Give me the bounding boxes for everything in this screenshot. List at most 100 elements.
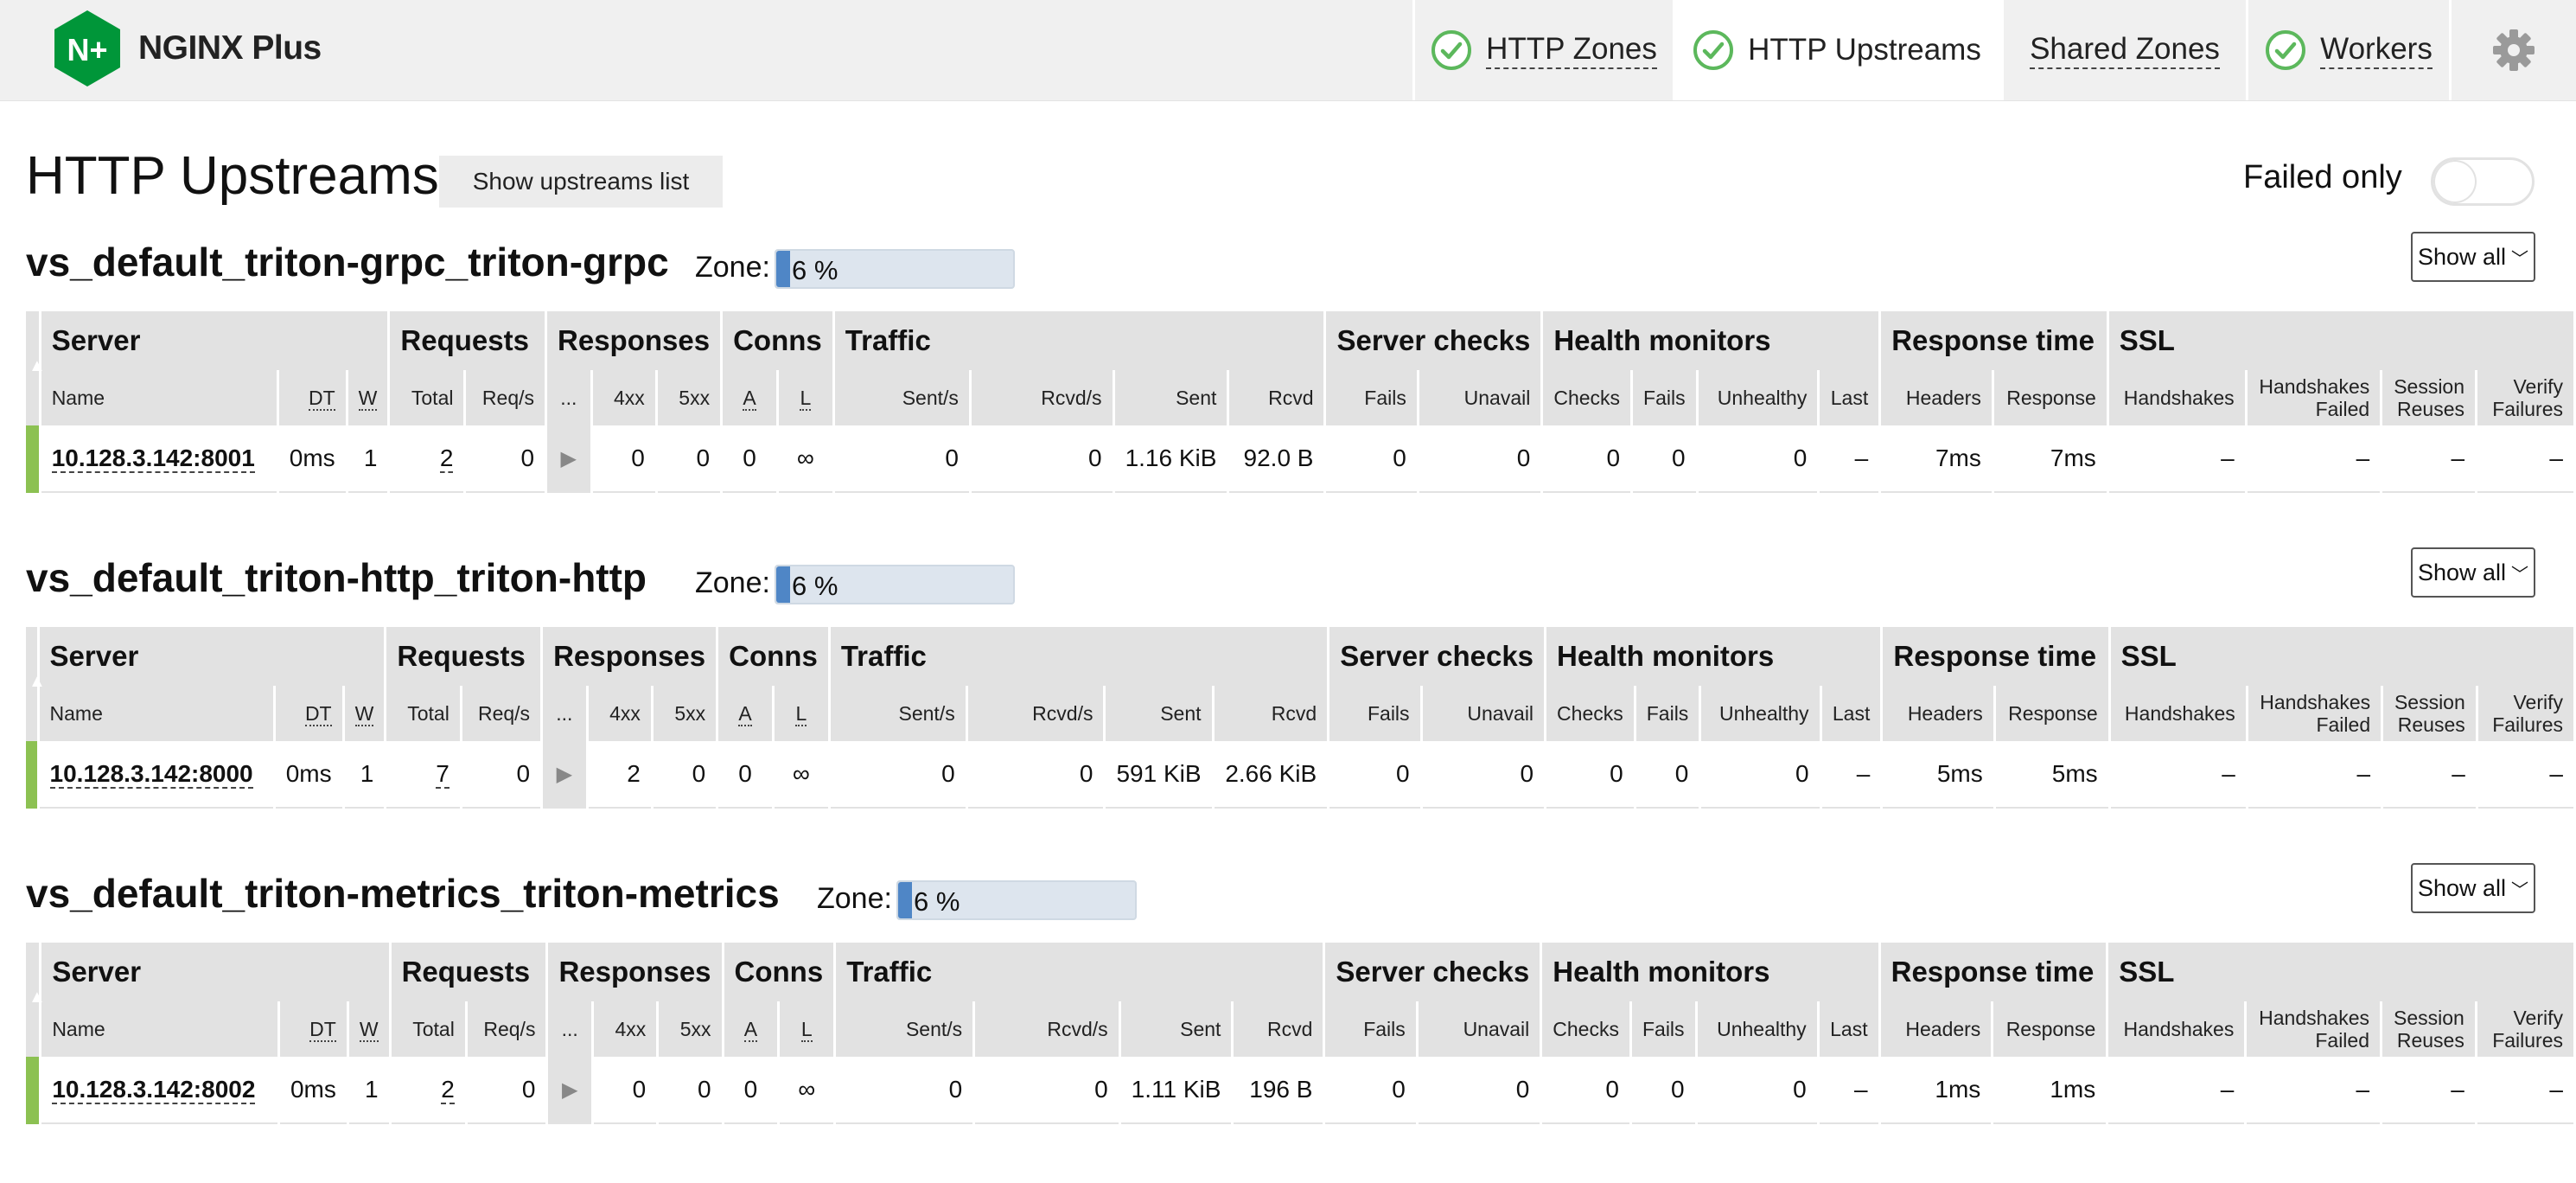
col-checks: Checks [1542,1001,1629,1057]
cell-total: 2 [391,1057,465,1124]
sort-column[interactable]: ▲ [26,627,46,741]
expand-responses-button[interactable]: ▶ [547,425,590,493]
cell-verify-failures: – [2477,741,2573,809]
cell-req-s: 0 [462,741,541,809]
group-server: Server [41,943,389,1001]
cell-handshakes: – [2110,741,2246,809]
col-dt: DT [275,686,342,741]
sort-column[interactable]: ▲ [26,311,46,425]
server-name-link[interactable]: 10.128.3.142:8002 [41,1057,277,1124]
show-all-select[interactable]: Show all ﹀ [2411,232,2535,282]
cell-response: 7ms [1993,425,2107,493]
cell-hm-fails: 0 [1636,741,1699,809]
upstream-section: vs_default_triton-grpc_triton-grpc Zone:… [0,232,2576,517]
gear-icon [2493,29,2535,71]
cell-sent: 1.16 KiB [1114,425,1227,493]
server-name-link[interactable]: 10.128.3.142:8000 [39,741,273,809]
cell-rcvd: 92.0 B [1229,425,1324,493]
col-last: Last [1821,686,1881,741]
cell-limit: ∞ [780,1057,834,1124]
group-server: Server [39,627,385,686]
cell-rcvd-s: 0 [967,741,1104,809]
col-w: W [348,370,388,425]
zone-label: Zone: [817,882,892,915]
zone-usage-fill [898,882,913,918]
settings-button[interactable] [2449,0,2576,100]
cell-5xx: 0 [659,1057,722,1124]
cell-5xx: 0 [657,425,721,493]
cell-unavail: 0 [1422,741,1545,809]
cell-response: 5ms [1995,741,2108,809]
nginx-plus-logo: N+ NGINX Plus [52,9,322,88]
col-hm-fails: Fails [1631,1001,1695,1057]
expand-responses-button[interactable]: ▶ [543,741,586,809]
show-all-select[interactable]: Show all ﹀ [2411,547,2535,598]
group-health-monitors: Health monitors [1543,311,1879,370]
col-active: A [718,686,772,741]
group-conns: Conns [718,627,828,686]
cell-response: 1ms [1993,1057,2107,1124]
cell-weight: 1 [348,425,388,493]
upstream-section: vs_default_triton-http_triton-http Zone:… [0,547,2576,833]
show-all-select[interactable]: Show all ﹀ [2411,863,2535,913]
col-response: Response [1993,370,2107,425]
upstream-table: ▲ Server Requests Responses Conns Traffi… [23,311,2576,493]
group-requests: Requests [386,627,541,686]
play-icon: ▶ [561,1077,578,1102]
show-all-label: Show all [2417,559,2507,585]
col-sent-s: Sent/s [830,686,966,741]
sort-column[interactable]: ▲ [26,943,46,1057]
table-row: 10.128.3.142:8001 0ms 1 2 0 ▶ 0 0 0 ∞ 0 … [26,425,2573,493]
upstream-table: ▲ Server Requests Responses Conns Traffi… [23,943,2576,1124]
cell-total: 2 [390,425,464,493]
col-4xx: 4xx [594,1001,657,1057]
col-dt: DT [279,1001,347,1057]
sort-asc-icon: ▲ [29,988,46,1007]
tab-workers[interactable]: Workers [2246,0,2449,100]
play-icon: ▶ [556,762,573,786]
cell-unavail: 0 [1419,425,1541,493]
server-status-up [26,425,39,493]
cell-weight: 1 [348,1057,389,1124]
group-ssl: SSL [2108,311,2573,370]
col-handshakes: Handshakes [2108,1001,2245,1057]
cell-rcvd: 196 B [1234,1057,1323,1124]
group-health-monitors: Health monitors [1546,627,1881,686]
cell-headers: 1ms [1880,1057,1992,1124]
expand-responses-button[interactable]: ▶ [548,1057,591,1124]
group-ssl: SSL [2110,627,2573,686]
show-upstreams-list-button[interactable]: Show upstreams list [439,156,723,208]
col-expand: ... [548,1001,591,1057]
table-row: 10.128.3.142:8002 0ms 1 2 0 ▶ 0 0 0 ∞ 0 … [26,1057,2573,1124]
group-requests: Requests [391,943,546,1001]
server-status-up [26,741,37,809]
cell-4xx: 2 [588,741,651,809]
cell-checks: 0 [1542,1057,1629,1124]
cell-dt: 0ms [279,1057,347,1124]
col-active: A [723,370,776,425]
col-sent: Sent [1120,1001,1232,1057]
cell-limit: ∞ [774,741,828,809]
tab-shared-zones[interactable]: Shared Zones [2001,0,2246,100]
col-req-s: Req/s [462,686,541,741]
col-last: Last [1820,370,1879,425]
col-headers: Headers [1880,1001,1992,1057]
col-w: W [348,1001,389,1057]
cell-rcvd-s: 0 [971,425,1113,493]
zone-usage-fill [776,251,791,287]
group-server-checks: Server checks [1326,311,1541,370]
tab-http-zones[interactable]: HTTP Zones [1412,0,1673,100]
failed-only-toggle[interactable] [2431,157,2535,206]
col-sent: Sent [1106,686,1212,741]
col-fails: Fails [1329,686,1420,741]
col-unhealthy: Unhealthy [1698,370,1818,425]
tab-http-upstreams[interactable]: HTTP Upstreams [1673,0,2001,100]
group-conns: Conns [724,943,834,1001]
cell-dt: 0ms [275,741,342,809]
upstream-name: vs_default_triton-http_triton-http [26,555,647,600]
col-4xx: 4xx [592,370,655,425]
col-w: W [344,686,385,741]
server-name-link[interactable]: 10.128.3.142:8001 [41,425,277,493]
upstream-name: vs_default_triton-grpc_triton-grpc [26,240,669,285]
zone-usage-text: 6 % [914,886,960,917]
